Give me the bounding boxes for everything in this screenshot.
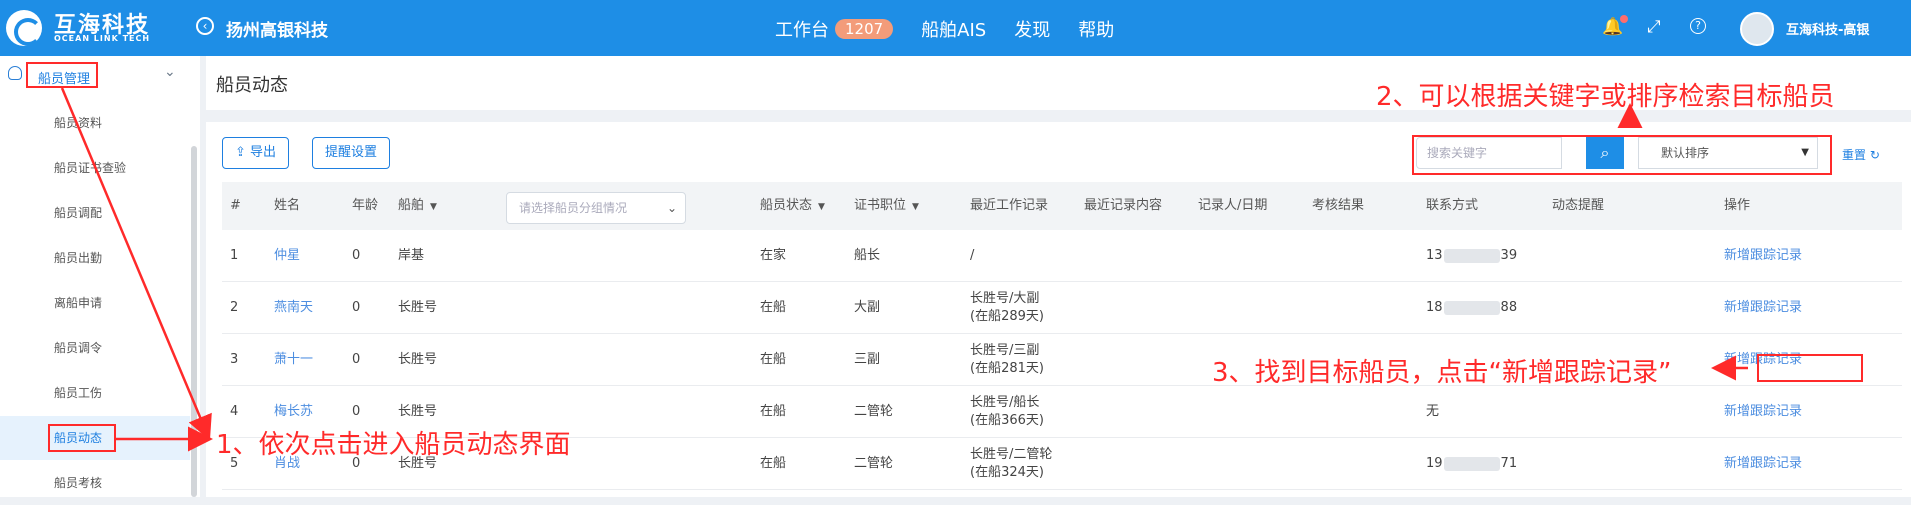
annotation-arrows (60, 87, 1748, 452)
annotation-step2: 2、可以根据关键字或排序检索目标船员 (1376, 82, 1835, 112)
annotation-step3: 3、找到目标船员，点击“新增跟踪记录” (1212, 358, 1672, 388)
annotation-step1: 1、依次点击进入船员动态界面 (216, 430, 571, 460)
arrow-step1-from-menu (60, 87, 212, 441)
